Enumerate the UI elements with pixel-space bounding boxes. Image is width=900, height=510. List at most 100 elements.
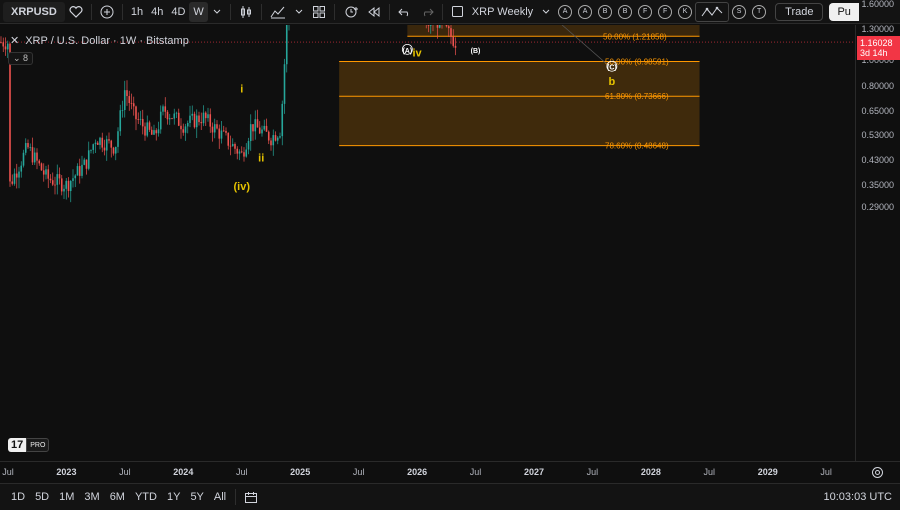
redo-icon[interactable] [416,2,438,22]
range-button-ytd[interactable]: YTD [130,491,162,503]
candle-body [150,129,153,135]
candle-body [18,171,20,178]
trade-button[interactable]: Trade [775,2,824,21]
candle-body [247,141,250,150]
indicators-icon[interactable] [266,2,290,22]
divider [229,3,231,20]
range-button-1y[interactable]: 1Y [162,491,185,503]
candle-body [193,113,196,128]
candle-body [87,150,90,169]
settings-gear-icon[interactable] [871,466,884,484]
time-tick: 2028 [640,467,661,477]
candle-body [123,90,126,111]
candle-body [101,137,104,148]
indicator-f-icon[interactable]: F [638,4,653,19]
alert-clock-icon[interactable] [339,2,363,22]
candle-body [189,115,191,123]
indicator-k-icon[interactable]: K [678,4,693,19]
candle-body [114,146,117,154]
symbol-search-button[interactable]: XRPUSD [3,1,65,22]
timeframe-1h[interactable]: 1h [127,2,147,22]
timeframe-w[interactable]: W [189,1,208,22]
candle-body [186,122,189,127]
time-axis[interactable]: Jul 2023 Jul 2024 Jul 2025 Jul 2026 Jul 2027 Jul 20… [0,461,900,483]
candle-body [65,180,68,189]
indicator-f2-icon[interactable]: F [658,4,673,19]
candle-body [11,181,14,184]
indicator-b2-icon[interactable]: B [618,4,633,19]
range-button-3m[interactable]: 3M [79,491,104,503]
indicator-t-icon[interactable]: T [752,4,767,19]
time-tick: Jul [703,467,716,477]
date-range-calendar-icon[interactable] [240,487,262,507]
candle-body [234,143,236,149]
chart-pane[interactable]: 78.60% (2.87305)61.80% (2.35807)50.00% (… [0,25,855,461]
watchlist-heart-icon[interactable] [65,2,87,22]
layout-square-icon[interactable] [447,2,468,22]
range-button-all[interactable]: All [209,491,231,503]
tradingview-logo[interactable]: 17 PRO [8,438,50,452]
indicator-b-icon[interactable]: B [598,4,613,19]
candle-body [92,144,95,150]
candle-body [81,164,83,176]
time-tick: Jul [820,467,832,477]
candles-icon[interactable] [235,2,257,22]
candle-body [227,132,230,146]
fib-zones-layer [339,25,700,147]
time-tick: Jul [469,467,482,477]
candle-body [220,130,223,139]
wave-label: b [609,76,616,88]
candle-body [436,25,439,28]
candle-body [146,122,149,136]
range-button-1m[interactable]: 1M [54,491,79,503]
range-button-6m[interactable]: 6M [105,491,130,503]
candle-body [54,184,56,186]
candle-body [438,25,441,28]
indicators-chevron-down-icon[interactable] [290,2,308,22]
indicator-a2-icon[interactable]: A [578,4,593,19]
candle-body [78,166,81,176]
bottom-toolbar: 1D 5D 1M 3M 6M YTD 1Y 5Y All 10:03:03 UTC [0,483,900,510]
candle-body [283,64,286,104]
price-axis[interactable]: 7.500006.000005.000004.000003.200002.600… [855,0,900,461]
layout-grid-icon[interactable] [308,2,330,22]
candle-body [29,147,32,148]
layout-chevron-down-icon[interactable] [537,2,555,22]
undo-icon[interactable] [394,2,416,22]
candle-body [121,110,124,111]
wave-label: ii [258,153,264,165]
last-price-value: 1.16028 [860,38,893,49]
publish-button[interactable]: Pu [829,2,859,21]
last-price-badge: 1.16028 3d 14h [857,36,900,61]
collapse-legend-icon[interactable]: ✕ [10,34,19,47]
compare-plus-icon[interactable] [96,2,118,22]
candle-body [225,130,227,133]
candle-body [450,28,452,37]
wave-tool-icon[interactable] [695,1,730,22]
indicator-s-icon[interactable]: S [732,4,747,19]
replay-rewind-icon[interactable] [363,2,385,22]
candle-body [4,46,7,50]
candle-body [51,180,54,185]
candle-body [148,122,151,130]
candle-body [139,118,142,120]
timeframe-4d[interactable]: 4D [167,2,189,22]
candle-body [245,149,248,157]
utc-clock[interactable]: 10:03:03 UTC [824,491,892,503]
indicator-a-icon[interactable]: A [558,4,573,19]
range-button-5y[interactable]: 5Y [185,491,208,503]
wave-label: (B) [471,48,481,55]
range-button-5d[interactable]: 5D [30,491,54,503]
range-button-1d[interactable]: 1D [6,491,30,503]
indicator-count-badge[interactable]: ⌄ 8 [8,52,34,65]
tv-logo-mark: 17 [8,438,27,452]
time-tick: 2024 [173,467,194,477]
divider [235,489,237,505]
candle-body [76,166,79,176]
timeframe-chevron-down-icon[interactable] [208,2,226,22]
candle-body [236,148,239,154]
layout-name[interactable]: XRP Weekly [468,2,537,22]
timeframe-4h[interactable]: 4h [147,2,167,22]
candle-body [96,142,99,145]
candle-body [15,173,18,178]
